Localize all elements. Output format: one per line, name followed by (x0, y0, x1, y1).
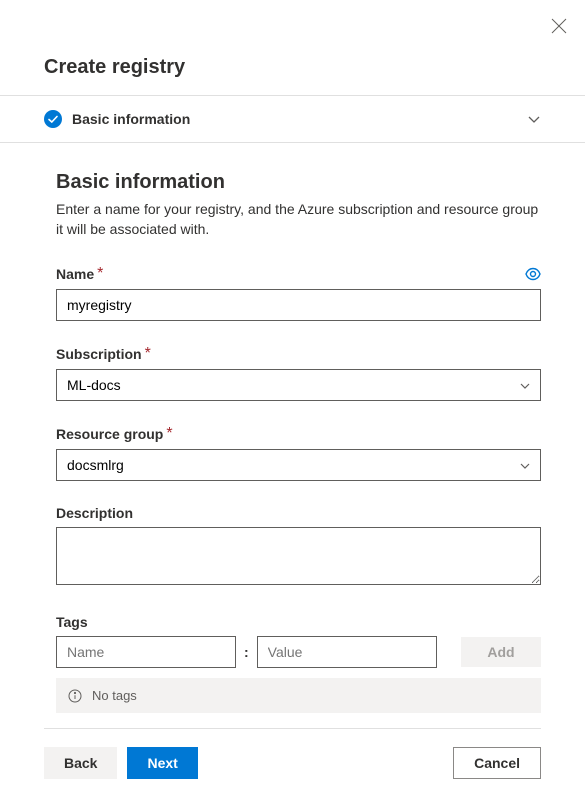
next-button[interactable]: Next (127, 747, 197, 779)
tag-name-input[interactable] (56, 636, 236, 668)
required-asterisk: * (97, 265, 103, 283)
tag-value-input[interactable] (257, 636, 437, 668)
required-asterisk: * (166, 425, 172, 443)
name-label: Name (56, 266, 94, 282)
tags-label: Tags (56, 614, 88, 630)
subscription-label: Subscription (56, 346, 142, 362)
preview-eye-icon[interactable] (525, 266, 541, 282)
no-tags-text: No tags (92, 688, 137, 703)
info-icon (68, 689, 82, 703)
close-icon[interactable] (551, 18, 567, 34)
name-input[interactable] (56, 289, 541, 321)
required-asterisk: * (145, 345, 151, 363)
no-tags-message: No tags (56, 678, 541, 713)
add-tag-button[interactable]: Add (461, 637, 541, 667)
section-heading: Basic information (56, 171, 541, 194)
resource-group-select[interactable] (56, 449, 541, 481)
resource-group-label: Resource group (56, 426, 163, 442)
back-button[interactable]: Back (44, 747, 117, 779)
step-label: Basic information (72, 111, 527, 127)
description-label: Description (56, 505, 133, 521)
tag-colon: : (244, 644, 249, 660)
section-description: Enter a name for your registry, and the … (56, 200, 541, 239)
page-title: Create registry (0, 0, 585, 96)
description-textarea[interactable] (56, 527, 541, 585)
cancel-button[interactable]: Cancel (453, 747, 541, 779)
chevron-down-icon (527, 112, 541, 126)
step-basic-information[interactable]: Basic information (0, 96, 585, 143)
check-circle-icon (44, 110, 62, 128)
subscription-select[interactable] (56, 369, 541, 401)
